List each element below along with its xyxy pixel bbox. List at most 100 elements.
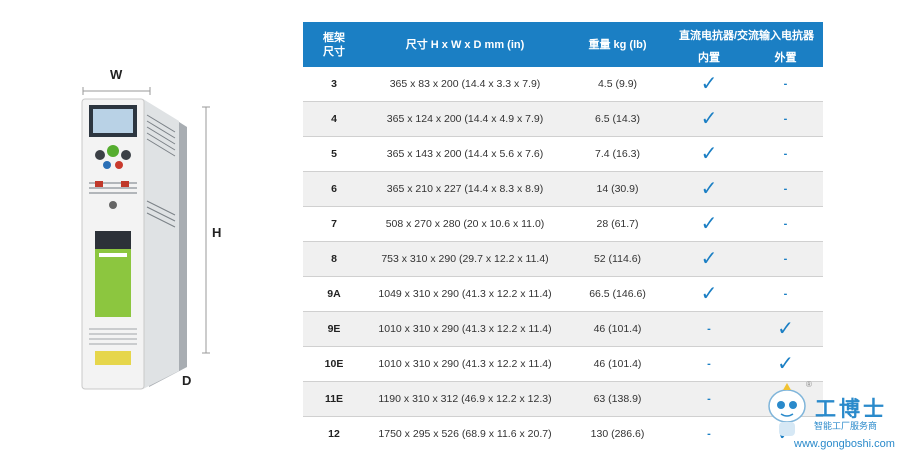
table-row: 8 753 x 310 x 290 (29.7 x 12.2 x 11.4) 52 … (303, 241, 823, 277)
frame-cell: 12 (328, 428, 340, 440)
dash-icon: - (783, 218, 788, 230)
dimensions-cell: 1049 x 310 x 290 (41.3 x 12.2 x 11.4) (365, 276, 565, 312)
external-cell: - (748, 136, 823, 172)
weight-cell: 46 (101.4) (565, 346, 670, 382)
checkmark-icon: ✓ (777, 353, 794, 375)
header-choke-group: 直流电抗器/交流输入电抗器 (670, 22, 823, 51)
dimensions-cell: 508 x 270 x 280 (20 x 10.6 x 11.0) (365, 206, 565, 242)
weight-cell: 130 (286.6) (590, 428, 645, 440)
external-cell: - (748, 171, 823, 207)
robot-mascot-icon (768, 383, 806, 436)
dash-icon: - (783, 183, 788, 195)
frame-cell: 11E (303, 381, 365, 417)
dash-icon: - (783, 288, 788, 300)
weight-cell: 6.5 (14.3) (565, 101, 670, 137)
header-external: 外置 (748, 50, 823, 67)
checkmark-icon: ✓ (700, 213, 718, 235)
dimensions-cell: 365 x 83 x 200 (14.4 x 3.3 x 7.9) (365, 67, 565, 102)
header-weight: 重量 kg (lb) (565, 22, 670, 67)
internal-cell: ✓ (670, 206, 748, 242)
height-label: H (212, 225, 222, 240)
table-row: 10E 1010 x 310 x 290 (41.3 x 12.2 x 11.4)… (303, 346, 823, 382)
dash-icon: - (783, 78, 788, 90)
checkmark-icon: ✓ (700, 178, 718, 200)
dash-icon: - (707, 358, 711, 370)
width-label: W (110, 67, 123, 82)
table-row: 9E 1010 x 310 x 290 (41.3 x 12.2 x 11.4) 4… (303, 311, 823, 347)
frame-cell: 9E (303, 311, 365, 347)
weight-cell: 46 (101.4) (565, 311, 670, 347)
frame-cell: 6 (303, 171, 365, 207)
dash-icon: - (783, 148, 788, 160)
weight-cell: 52 (114.6) (565, 241, 670, 277)
dimensions-cell: 1190 x 310 x 312 (46.9 x 12.2 x 12.3) (365, 381, 565, 417)
drive-illustration: W H D (55, 55, 240, 395)
frame-cell: 8 (303, 241, 365, 277)
external-cell: - (748, 241, 823, 277)
weight-cell: 63 (138.9) (565, 381, 670, 417)
dash-icon: - (707, 428, 711, 440)
internal-cell: ✓ (670, 101, 748, 137)
dash-icon: - (783, 253, 788, 265)
internal-cell: - (670, 346, 748, 382)
internal-cell: - (670, 417, 748, 452)
external-cell: - (748, 101, 823, 137)
checkmark-icon: ✓ (700, 283, 718, 305)
table-row: 4 365 x 124 x 200 (14.4 x 4.9 x 7.9) 6.5 (… (303, 101, 823, 137)
table-row: 12 1750 x 295 x 526 (68.9 x 11.6 x 20.7) 1… (303, 417, 823, 452)
weight-cell: 14 (30.9) (565, 171, 670, 207)
internal-cell: ✓ (670, 67, 748, 102)
weight-cell: 28 (61.7) (565, 206, 670, 242)
frame-cell: 10E (303, 346, 365, 382)
watermark-subtitle: 智能工厂服务商 (814, 421, 878, 431)
dimensions-cell: 1750 x 295 x 526 (68.9 x 11.6 x 20.7) (378, 428, 552, 440)
checkmark-icon: ✓ (700, 248, 718, 270)
checkmark-icon: ✓ (700, 143, 718, 165)
dimensions-cell: 1010 x 310 x 290 (41.3 x 12.2 x 11.4) (365, 346, 565, 382)
registered-mark: ® (806, 380, 812, 389)
frame-cell: 5 (303, 136, 365, 172)
checkmark-icon: ✓ (700, 73, 718, 95)
external-cell: - (748, 206, 823, 242)
table-row: 6 365 x 210 x 227 (14.4 x 8.3 x 8.9) 14 (3… (303, 171, 823, 207)
dash-icon: - (707, 323, 711, 335)
header-dimensions: 尺寸 H x W x D mm (in) (365, 22, 565, 67)
dimensions-cell: 365 x 124 x 200 (14.4 x 4.9 x 7.9) (365, 101, 565, 137)
external-cell: ✓ (748, 311, 823, 347)
dimensions-cell: 753 x 310 x 290 (29.7 x 12.2 x 11.4) (365, 241, 565, 277)
internal-cell: ✓ (670, 276, 748, 312)
frame-cell: 4 (303, 101, 365, 137)
checkmark-icon: ✓ (777, 318, 794, 340)
dash-icon: - (783, 113, 788, 125)
table-row: 5 365 x 143 x 200 (14.4 x 5.6 x 7.6) 7.4 (… (303, 136, 823, 172)
external-cell: ✓ (748, 346, 823, 382)
internal-cell: ✓ (670, 136, 748, 172)
table-row: 9A 1049 x 310 x 290 (41.3 x 12.2 x 11.4) 6… (303, 276, 823, 312)
header-internal: 内置 (670, 50, 748, 67)
table-row: 11E 1190 x 310 x 312 (46.9 x 12.2 x 12.3)… (303, 381, 823, 417)
weight-cell: 66.5 (146.6) (565, 276, 670, 312)
dimensions-cell: 1010 x 310 x 290 (41.3 x 12.2 x 11.4) (365, 311, 565, 347)
frame-cell: 3 (303, 67, 365, 102)
frame-spec-table: 框架 尺寸 尺寸 H x W x D mm (in) 重量 kg (lb) 直流… (303, 22, 823, 451)
internal-cell: - (670, 381, 748, 417)
gongboshi-watermark: ® 工博士 智能工厂服务商 www.gongboshi.com (765, 380, 895, 460)
external-cell: - (748, 276, 823, 312)
internal-cell: - (670, 311, 748, 347)
watermark-url: www.gongboshi.com (794, 438, 895, 450)
dimensions-cell: 365 x 210 x 227 (14.4 x 8.3 x 8.9) (365, 171, 565, 207)
dash-icon: - (707, 393, 711, 405)
frame-cell: 9A (303, 276, 365, 312)
header-frame-size: 框架 尺寸 (303, 22, 365, 67)
dimensions-cell: 365 x 143 x 200 (14.4 x 5.6 x 7.6) (365, 136, 565, 172)
weight-cell: 4.5 (9.9) (565, 67, 670, 102)
checkmark-icon: ✓ (700, 108, 718, 130)
keypad (95, 150, 105, 160)
internal-cell: ✓ (670, 241, 748, 277)
depth-label: D (182, 373, 192, 388)
table-body: 3 365 x 83 x 200 (14.4 x 3.3 x 7.9) 4.5 (9… (303, 67, 823, 451)
table-row: 3 365 x 83 x 200 (14.4 x 3.3 x 7.9) 4.5 (9… (303, 67, 823, 102)
internal-cell: ✓ (670, 171, 748, 207)
external-cell: - (748, 67, 823, 102)
table-row: 7 508 x 270 x 280 (20 x 10.6 x 11.0) 28 (6… (303, 206, 823, 242)
